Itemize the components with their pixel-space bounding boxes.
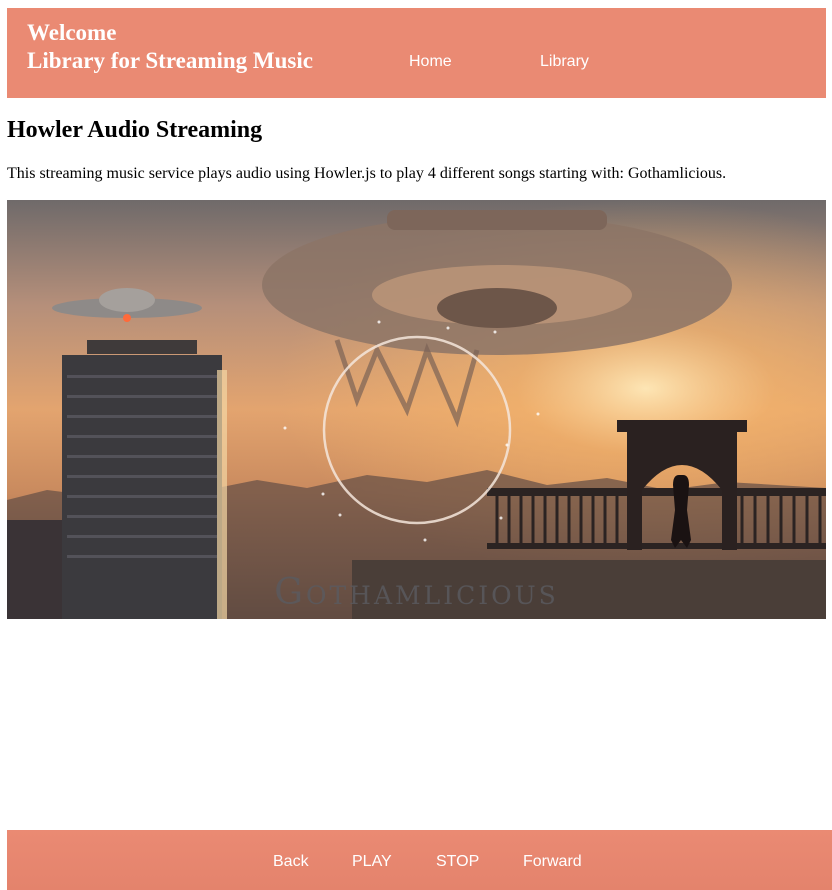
cover-caption: Gothamlicious: [274, 572, 559, 613]
nav-library-link[interactable]: Library: [540, 53, 589, 71]
page-title: Howler Audio Streaming: [7, 117, 263, 143]
welcome-text: Welcome: [27, 20, 117, 45]
forward-button[interactable]: Forward: [523, 853, 582, 871]
cover-artwork: [7, 200, 826, 619]
play-button[interactable]: PLAY: [352, 853, 392, 871]
stop-button[interactable]: STOP: [436, 853, 479, 871]
player-controls-bar: Back PLAY STOP Forward: [7, 830, 832, 890]
back-button[interactable]: Back: [273, 853, 309, 871]
site-header: Welcome Library for Streaming Music Home…: [7, 8, 826, 98]
nav-home-link[interactable]: Home: [409, 53, 452, 71]
brand-title: Library for Streaming Music: [27, 48, 313, 73]
intro-text: This streaming music service plays audio…: [7, 165, 727, 182]
site-brand: Welcome Library for Streaming Music: [27, 19, 313, 75]
album-cover-image: Gothamlicious: [7, 200, 826, 619]
